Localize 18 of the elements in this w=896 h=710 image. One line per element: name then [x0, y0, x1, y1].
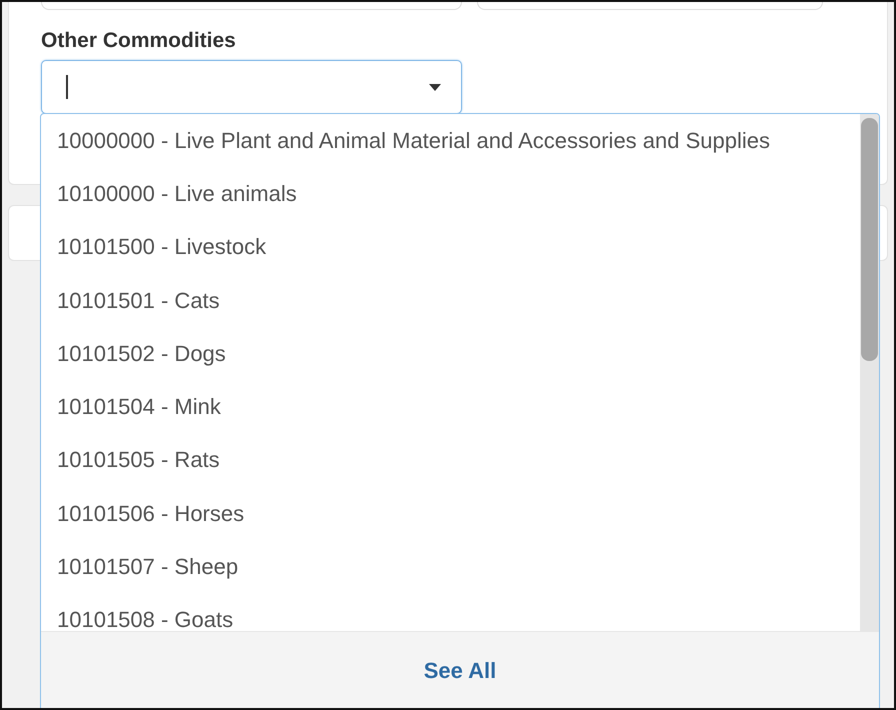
see-all-button[interactable]: See All	[41, 631, 879, 708]
dropdown-option[interactable]: 10101508 - Goats	[41, 594, 860, 631]
scrollbar-thumb[interactable]	[861, 118, 878, 361]
input-field[interactable]	[477, 2, 823, 10]
dropdown-option[interactable]: 10101500 - Livestock	[41, 220, 860, 274]
caret-down-icon[interactable]	[429, 84, 441, 90]
dropdown-option[interactable]: 10101507 - Sheep	[41, 540, 860, 594]
dropdown-option[interactable]: 10101505 - Rats	[41, 434, 860, 488]
dropdown-option[interactable]: 10100000 - Live animals	[41, 167, 860, 221]
input-field[interactable]	[41, 2, 462, 10]
dropdown-option[interactable]: 10101501 - Cats	[41, 274, 860, 328]
dropdown-option[interactable]: 10101504 - Mink	[41, 380, 860, 434]
scrollbar-track[interactable]	[860, 114, 879, 631]
dropdown-option[interactable]: 10000000 - Live Plant and Animal Material and Accessories and Supplies	[41, 114, 860, 168]
text-cursor	[66, 75, 68, 99]
field-label: Other Commodities	[41, 28, 236, 54]
dropdown-option[interactable]: 10101506 - Horses	[41, 487, 860, 540]
dropdown-option[interactable]: 10101502 - Dogs	[41, 327, 860, 380]
